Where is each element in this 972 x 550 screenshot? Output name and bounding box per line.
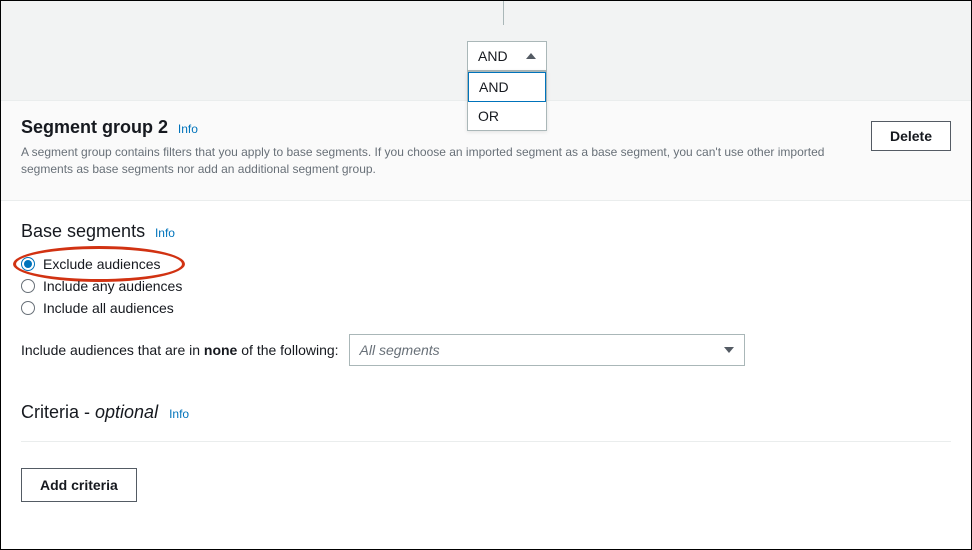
- radio-icon: [21, 301, 35, 315]
- operator-dropdown[interactable]: AND AND OR: [467, 41, 547, 131]
- base-segments-title: Base segments: [21, 221, 145, 241]
- include-audiences-row: Include audiences that are in none of th…: [21, 334, 951, 366]
- top-connector-band: AND AND OR: [1, 1, 971, 101]
- criteria-info-link[interactable]: Info: [169, 407, 189, 421]
- chevron-up-icon: [526, 53, 536, 59]
- add-criteria-button[interactable]: Add criteria: [21, 468, 137, 502]
- chevron-down-icon: [724, 347, 734, 353]
- include-text-pre: Include audiences that are in: [21, 342, 204, 358]
- radio-label: Include all audiences: [43, 300, 174, 316]
- operator-option-or[interactable]: OR: [468, 102, 546, 130]
- delete-button[interactable]: Delete: [871, 121, 951, 151]
- operator-option-and[interactable]: AND: [468, 72, 546, 102]
- criteria-title-pre: Criteria -: [21, 402, 95, 422]
- criteria-title: Criteria - optional: [21, 402, 163, 422]
- segment-group-body: Base segments Info Exclude audiences Inc…: [1, 201, 971, 512]
- operator-dropdown-trigger[interactable]: AND: [467, 41, 547, 71]
- include-text-post: of the following:: [237, 342, 338, 358]
- radio-icon: [21, 257, 35, 271]
- operator-selected-value: AND: [478, 48, 508, 64]
- segment-group-info-link[interactable]: Info: [178, 122, 198, 136]
- radio-include-any-audiences[interactable]: Include any audiences: [21, 278, 951, 294]
- operator-dropdown-menu: AND OR: [467, 71, 547, 131]
- radio-include-all-audiences[interactable]: Include all audiences: [21, 300, 951, 316]
- segment-group-title: Segment group 2: [21, 117, 168, 137]
- segments-select-placeholder: All segments: [360, 342, 724, 358]
- radio-label: Exclude audiences: [43, 256, 161, 272]
- segment-group-description: A segment group contains filters that yo…: [21, 144, 841, 178]
- include-text: Include audiences that are in none of th…: [21, 342, 339, 358]
- segments-select[interactable]: All segments: [349, 334, 745, 366]
- base-segments-section: Base segments Info Exclude audiences Inc…: [21, 221, 951, 366]
- audience-radio-group: Exclude audiences Include any audiences …: [21, 256, 951, 316]
- criteria-section: Criteria - optional Info: [21, 402, 951, 423]
- criteria-optional-label: optional: [95, 402, 158, 422]
- divider: [21, 441, 951, 442]
- connector-line: [503, 1, 504, 25]
- base-segments-info-link[interactable]: Info: [155, 226, 175, 240]
- include-text-bold: none: [204, 342, 237, 358]
- radio-icon: [21, 279, 35, 293]
- radio-label: Include any audiences: [43, 278, 182, 294]
- radio-exclude-audiences[interactable]: Exclude audiences: [21, 256, 951, 272]
